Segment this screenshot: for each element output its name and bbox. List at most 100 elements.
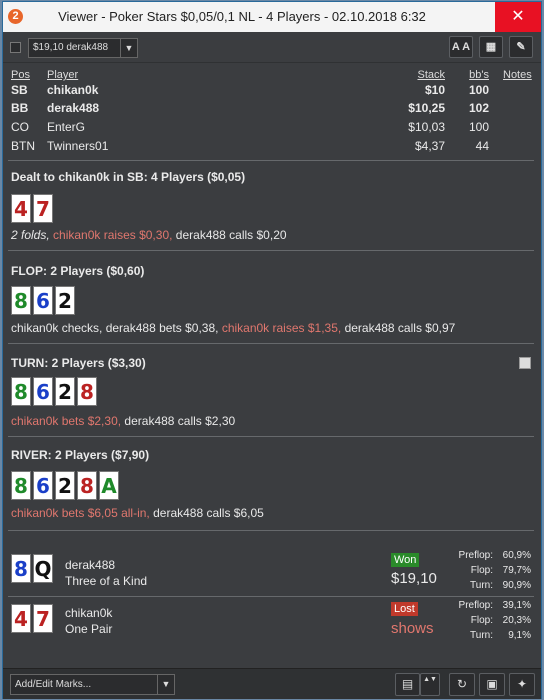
marks-dropdown[interactable]: Add/Edit Marks... ▼ — [10, 674, 175, 695]
hand-select-value: $19,10 derak488 — [33, 42, 109, 53]
player-row[interactable]: CO EnterG $10,03 100 — [3, 120, 541, 138]
note-icon[interactable] — [519, 357, 531, 369]
font-size-button[interactable]: A A — [449, 36, 473, 58]
player-bbs: 100 — [468, 120, 489, 134]
stat-label: Flop: — [470, 565, 493, 576]
player-stack: $10,03 — [408, 120, 445, 134]
header-bbs[interactable]: bb's — [467, 69, 489, 81]
player-name: derak488 — [47, 101, 100, 115]
playing-card: 2 — [55, 471, 75, 500]
stat-value: 90,9% — [502, 580, 531, 591]
showdown-player-name: derak488 — [65, 558, 116, 572]
header-notes[interactable]: Notes — [503, 69, 532, 81]
divider — [8, 250, 534, 251]
calculator-icon[interactable]: ▤ — [395, 673, 420, 696]
preflop-cards: 4 7 — [11, 194, 53, 224]
result-badge: Won — [391, 553, 420, 567]
playing-card: 4 — [11, 604, 31, 633]
divider — [8, 530, 534, 531]
hand-select-dropdown[interactable]: $19,10 derak488 ▼ — [28, 38, 138, 58]
stat-value: 39,1% — [502, 600, 531, 611]
stat-label: Preflop: — [458, 550, 493, 561]
playing-card: 8 — [11, 286, 31, 315]
showdown-row: 4 7 chikan0k One Pair Lost shows Preflop… — [3, 600, 541, 644]
twitter-icon[interactable]: ✦ — [509, 673, 535, 696]
player-pos: BTN — [11, 139, 35, 153]
footer-bar: Add/Edit Marks... ▼ ▤ ▲▼ ↻ ▣ ✦ — [3, 668, 541, 699]
stat-value: 60,9% — [502, 550, 531, 561]
preflop-title: Dealt to chikan0k in SB: 4 Players ($0,0… — [11, 170, 246, 184]
header-pos[interactable]: Pos — [11, 69, 30, 81]
turn-actions: chikan0k bets $2,30, derak488 calls $2,3… — [11, 414, 235, 428]
showdown-cards: 8 Q — [11, 554, 53, 584]
window-title: Viewer - Poker Stars $0,05/0,1 NL - 4 Pl… — [58, 9, 426, 24]
playing-card: 8 — [77, 471, 97, 500]
marks-label: Add/Edit Marks... — [15, 679, 92, 690]
toolbar: $19,10 derak488 ▼ A A ▦ ✎ — [3, 32, 541, 63]
flop-title: FLOP: 2 Players ($0,60) — [11, 264, 145, 278]
playing-card: A — [99, 471, 119, 500]
stat-value: 9,1% — [508, 630, 531, 641]
river-title: RIVER: 2 Players ($7,90) — [11, 448, 150, 462]
playing-card: 8 — [11, 377, 31, 406]
river-actions: chikan0k bets $6,05 all-in, derak488 cal… — [11, 506, 264, 520]
stat-label: Turn: — [470, 580, 493, 591]
playing-card: 6 — [33, 286, 53, 315]
showdown-row: 8 Q derak488 Three of a Kind Won $19,10 … — [3, 550, 541, 594]
hand-history-panel: Pos Player Stack bb's Notes SB chikan0k … — [3, 64, 541, 666]
playing-card: 7 — [33, 604, 53, 633]
grid-icon[interactable]: ▦ — [479, 36, 503, 58]
player-stack: $4,37 — [414, 139, 445, 153]
player-row[interactable]: BTN Twinners01 $4,37 44 — [3, 139, 541, 157]
divider — [8, 160, 534, 161]
close-button[interactable]: ✕ — [495, 2, 541, 32]
playing-card: 8 — [77, 377, 97, 406]
flop-actions: chikan0k checks, derak488 bets $0,38, ch… — [11, 321, 455, 335]
refresh-icon[interactable]: ↻ — [449, 673, 475, 696]
save-icon[interactable]: ▣ — [479, 673, 505, 696]
playing-card: 6 — [33, 471, 53, 500]
action-text: derak488 calls $6,05 — [153, 506, 264, 520]
stat-value: 79,7% — [502, 565, 531, 576]
chevron-down-icon: ▼ — [157, 675, 174, 694]
player-name: chikan0k — [47, 83, 99, 97]
showdown-hand-rank: Three of a Kind — [65, 574, 148, 588]
playing-card: 6 — [33, 377, 53, 406]
up-down-icon[interactable]: ▲▼ — [420, 673, 440, 696]
hero-action: chikan0k bets $2,30, — [11, 414, 122, 428]
playing-card: 8 — [11, 471, 31, 500]
player-name: Twinners01 — [47, 139, 109, 153]
playing-card: 4 — [11, 194, 31, 223]
result-badge: Lost — [391, 602, 418, 616]
hero-action: chikan0k raises $0,30, — [53, 228, 173, 242]
edit-icon[interactable]: ✎ — [509, 36, 533, 58]
flop-cards: 8 6 2 — [11, 286, 75, 316]
stat-label: Turn: — [470, 630, 493, 641]
stat-value: 20,3% — [502, 615, 531, 626]
player-bbs: 44 — [475, 139, 489, 153]
playing-card: Q — [33, 554, 53, 583]
preflop-actions: 2 folds, chikan0k raises $0,30, derak488… — [11, 228, 287, 242]
divider — [8, 596, 534, 597]
header-player[interactable]: Player — [47, 69, 78, 81]
player-name: EnterG — [47, 120, 86, 134]
viewer-window: 2 Viewer - Poker Stars $0,05/0,1 NL - 4 … — [2, 1, 542, 699]
turn-title: TURN: 2 Players ($3,30) — [11, 356, 146, 370]
player-row[interactable]: BB derak488 $10,25 102 — [3, 101, 541, 119]
hero-action: chikan0k bets $6,05 all-in, — [11, 506, 150, 520]
action-text: derak488 calls $0,97 — [344, 321, 456, 335]
turn-cards: 8 6 2 8 — [11, 377, 97, 407]
action-text: chikan0k checks, derak488 bets $0,38, — [11, 321, 219, 335]
player-row[interactable]: SB chikan0k $10 100 — [3, 83, 541, 101]
divider — [8, 436, 534, 437]
player-pos: BB — [11, 101, 29, 115]
playing-card: 7 — [33, 194, 53, 223]
hero-action: chikan0k raises $1,35, — [221, 321, 342, 335]
playing-card: 2 — [55, 286, 75, 315]
select-checkbox[interactable] — [10, 42, 21, 53]
showdown-cards: 4 7 — [11, 604, 53, 634]
chevron-down-icon: ▼ — [120, 39, 137, 57]
action-text: derak488 calls $0,20 — [175, 228, 287, 242]
playing-card: 2 — [55, 377, 75, 406]
header-stack[interactable]: Stack — [415, 69, 445, 81]
